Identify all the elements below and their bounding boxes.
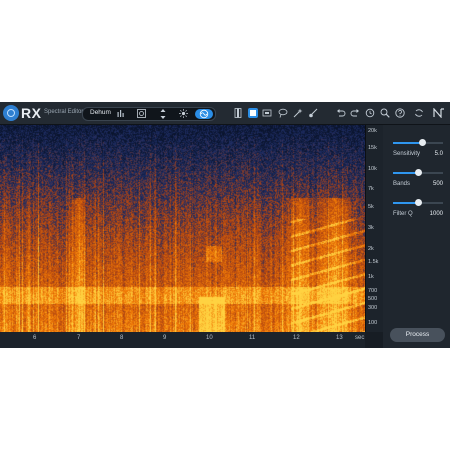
frequency-tick-label: 500 xyxy=(368,296,378,302)
time-tick-label: 9 xyxy=(163,335,167,341)
sensitivity-slider[interactable] xyxy=(393,139,443,146)
spectrogram-view[interactable] xyxy=(0,125,365,332)
brush-icon[interactable] xyxy=(308,108,318,118)
spectrogram-canvas[interactable] xyxy=(0,125,365,332)
frequency-tick-label: 15k xyxy=(368,145,377,151)
time-tick-label: 12 xyxy=(293,335,300,341)
process-button[interactable]: Process xyxy=(390,328,445,342)
frequency-tick-label: 100 xyxy=(368,320,378,326)
frequency-tick-label: 10k xyxy=(368,166,377,172)
app-subtitle: Spectral Editor xyxy=(44,109,84,115)
undo-icon[interactable] xyxy=(336,108,346,118)
bands-slider[interactable] xyxy=(393,169,443,176)
time-tick-label: 11 xyxy=(249,335,256,341)
arrows-icon[interactable] xyxy=(158,109,168,119)
filter-q-label: Filter Q xyxy=(393,211,413,217)
frequency-axis: 20k 15k 10k 7k 5k 3k 2k 1.5k 1k 700 500 300 100 xyxy=(365,125,383,332)
sensitivity-value: 5.0 xyxy=(434,151,443,157)
time-axis: 6 7 8 9 10 11 12 13 sec xyxy=(0,332,365,348)
filter-q-slider-knob[interactable] xyxy=(414,199,422,206)
time-tick-label: 13 xyxy=(336,335,343,341)
history-icon[interactable] xyxy=(365,108,375,118)
sun-icon[interactable] xyxy=(178,109,188,119)
wave-icon[interactable] xyxy=(195,109,213,119)
sensitivity-slider-knob[interactable] xyxy=(418,139,426,146)
filter-q-value: 1000 xyxy=(429,211,443,217)
frequency-tick-label: 300 xyxy=(368,305,378,311)
app-name: RX xyxy=(21,105,42,121)
izotope-badge-icon xyxy=(3,105,19,121)
lasso-icon[interactable] xyxy=(278,108,288,118)
module-selector[interactable]: Dehum xyxy=(82,107,216,121)
spin-icon[interactable] xyxy=(414,108,424,118)
frequency-tick-label: 700 xyxy=(368,288,378,294)
compass-icon[interactable] xyxy=(136,109,146,119)
frame-icon[interactable] xyxy=(262,108,272,118)
rx-spectral-editor-window: RX Spectral Editor Dehum 20k 15k 10k 7k … xyxy=(0,102,450,348)
izotope-logo xyxy=(433,107,445,119)
frequency-tick-label: 1.5k xyxy=(368,259,379,265)
top-toolbar: RX Spectral Editor Dehum xyxy=(0,102,450,125)
frequency-tick-label: 7k xyxy=(368,186,374,192)
frequency-tick-label: 3k xyxy=(368,225,374,231)
frequency-tick-label: 2k xyxy=(368,246,374,252)
bars-icon[interactable] xyxy=(116,109,126,119)
magic-wand-icon[interactable] xyxy=(293,108,303,118)
dehum-control-panel: Sensitivity 5.0 Bands 500 Filter Q 1000 … xyxy=(383,125,450,348)
frequency-tick-label: 5k xyxy=(368,204,374,210)
vertical-bar-icon[interactable] xyxy=(233,108,243,118)
square-select-icon[interactable] xyxy=(248,108,258,118)
bands-slider-knob[interactable] xyxy=(414,169,422,176)
sensitivity-slider-fill xyxy=(393,142,422,144)
module-name: Dehum xyxy=(90,109,111,116)
zoom-icon[interactable] xyxy=(380,108,390,118)
help-icon[interactable] xyxy=(395,108,405,118)
bands-value: 500 xyxy=(432,181,443,187)
filter-q-slider[interactable] xyxy=(393,199,443,206)
time-unit-label: sec xyxy=(355,335,365,341)
redo-icon[interactable] xyxy=(350,108,360,118)
time-tick-label: 8 xyxy=(120,335,124,341)
time-tick-label: 7 xyxy=(77,335,81,341)
frequency-tick-label: 1k xyxy=(368,274,374,280)
time-tick-label: 10 xyxy=(206,335,213,341)
time-tick-label: 6 xyxy=(33,335,37,341)
frequency-tick-label: 20k xyxy=(368,128,377,134)
sensitivity-label: Sensitivity xyxy=(393,151,421,157)
bands-label: Bands xyxy=(393,181,411,187)
